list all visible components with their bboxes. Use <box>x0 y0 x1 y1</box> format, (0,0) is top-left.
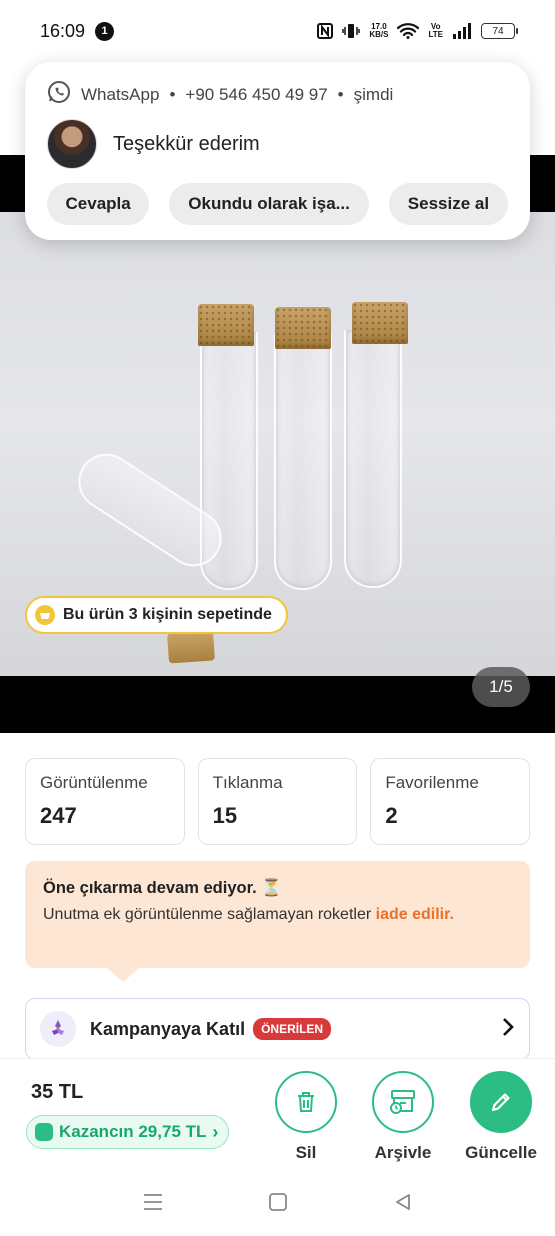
status-time: 16:09 <box>40 20 86 41</box>
volte-icon: Vo LTE <box>428 23 443 39</box>
wallet-icon <box>35 1123 53 1141</box>
earnings-pill[interactable]: Kazancın 29,75 TL › <box>26 1115 230 1149</box>
pencil-icon <box>491 1093 510 1112</box>
stat-label: Görüntülenme <box>40 773 148 792</box>
chevron-right-icon <box>501 1017 515 1042</box>
back-triangle-icon <box>395 1194 410 1210</box>
delete-label: Sil <box>295 1143 317 1162</box>
net-speed: 17.0 KB/S <box>369 23 388 39</box>
wifi-icon <box>397 23 420 39</box>
home-square-icon <box>268 1193 287 1211</box>
notification-message: Teşekkür ederim <box>113 132 260 155</box>
home-nav-button[interactable] <box>263 1187 293 1217</box>
promo-title: Öne çıkarma devam ediyor. ⏳ <box>43 879 282 897</box>
notification-time: şimdi <box>353 84 394 104</box>
notification-count-badge: 1 <box>95 21 115 41</box>
join-campaign-row[interactable]: Kampanyaya Katıl ÖNERİLEN <box>25 998 530 1060</box>
notification-actions: Cevapla Okundu olarak işa... Sessize al <box>47 183 508 225</box>
system-nav-bar <box>0 1168 555 1236</box>
status-bar: 16:09 1 17.0 KB/S Vo LTE 74 <box>0 0 555 62</box>
update-label: Güncelle <box>465 1143 537 1162</box>
cork <box>275 307 331 349</box>
stat-value: 247 <box>40 803 77 828</box>
cork <box>352 302 408 344</box>
stats-row: Görüntülenme 247 Tıklanma 15 Favorilenme… <box>25 758 531 845</box>
update-button[interactable] <box>470 1071 532 1133</box>
avatar <box>47 119 97 169</box>
promo-refund-link[interactable]: iade edilir. <box>376 906 454 923</box>
menu-icon <box>143 1194 162 1210</box>
chevron-right-icon: › <box>212 1121 219 1142</box>
delete-action[interactable]: Sil <box>261 1071 351 1163</box>
whatsapp-icon <box>47 80 71 109</box>
menu-nav-button[interactable] <box>138 1187 168 1217</box>
image-pager: 1/5 <box>472 667 530 707</box>
stat-label: Favorilenme <box>385 773 479 792</box>
cork-lying <box>167 630 215 664</box>
delete-button[interactable] <box>275 1071 337 1133</box>
promo-text: Unutma ek görüntülenme sağlamayan roketl… <box>43 906 512 924</box>
archive-button[interactable] <box>372 1071 434 1133</box>
signal-icon <box>452 23 472 39</box>
promotion-info-box: Öne çıkarma devam ediyor. ⏳ Unutma ek gö… <box>25 861 530 982</box>
archive-label: Arşivle <box>374 1143 432 1162</box>
promo-body: Unutma ek görüntülenme sağlamayan roketl… <box>43 906 372 923</box>
stat-label: Tıklanma <box>212 773 283 792</box>
volte-bottom: LTE <box>428 30 443 39</box>
campaign-label: Kampanyaya Katıl <box>90 1018 246 1039</box>
recommended-badge: ÖNERİLEN <box>253 1018 332 1040</box>
notification-body: Teşekkür ederim <box>47 119 508 169</box>
mark-read-button[interactable]: Okundu olarak işa... <box>169 183 369 225</box>
basket-icon <box>35 605 55 625</box>
back-nav-button[interactable] <box>388 1187 418 1217</box>
campaign-icon <box>40 1011 76 1047</box>
archive-icon <box>390 1090 415 1114</box>
notification-sender: +90 546 450 49 97 <box>185 84 328 104</box>
basket-count-text: Bu ürün 3 kişinin sepetinde <box>63 606 272 623</box>
notification-header: WhatsApp • +90 546 450 49 97 • şimdi <box>47 80 508 109</box>
bottom-action-bar: 35 TL Kazancın 29,75 TL › Sil Arşivle Gü… <box>0 1058 555 1168</box>
separator-dot: • <box>169 84 176 104</box>
basket-count-badge: Bu ürün 3 kişinin sepetinde <box>25 596 288 634</box>
whatsapp-notification[interactable]: WhatsApp • +90 546 450 49 97 • şimdi Teş… <box>25 62 530 240</box>
cork <box>198 304 254 346</box>
nfc-icon <box>317 23 334 39</box>
stat-value: 2 <box>385 803 398 828</box>
stat-clicks: Tıklanma 15 <box>197 758 358 845</box>
reply-button[interactable]: Cevapla <box>47 183 150 225</box>
status-icons: 17.0 KB/S Vo LTE 74 <box>317 22 518 40</box>
archive-action[interactable]: Arşivle <box>358 1071 448 1163</box>
net-speed-unit: KB/S <box>369 30 389 39</box>
trash-icon <box>298 1092 314 1112</box>
stat-favorites: Favorilenme 2 <box>370 758 531 845</box>
notification-app: WhatsApp <box>81 84 160 104</box>
mute-button[interactable]: Sessize al <box>388 183 508 225</box>
vibrate-icon <box>342 22 361 40</box>
stat-views: Görüntülenme 247 <box>25 758 185 845</box>
separator-dot: • <box>337 84 344 104</box>
battery-icon: 74 <box>481 23 518 39</box>
stat-value: 15 <box>212 803 238 828</box>
earnings-text: Kazancın 29,75 TL <box>59 1122 207 1141</box>
glass-tube <box>344 330 402 588</box>
product-price: 35 TL <box>31 1081 84 1103</box>
update-action[interactable]: Güncelle <box>456 1071 546 1163</box>
glass-tube <box>274 334 332 590</box>
